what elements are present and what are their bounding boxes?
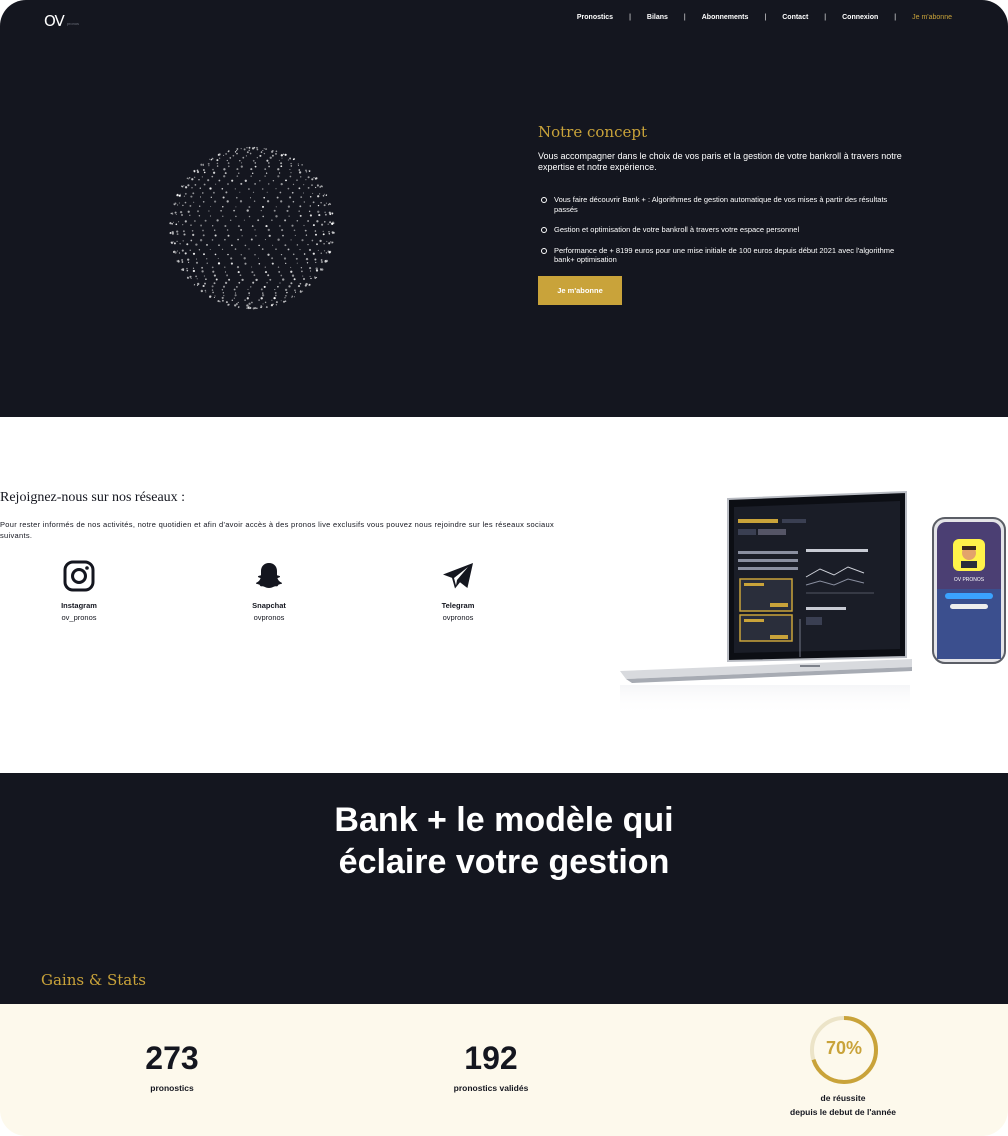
concept-title: Notre concept <box>538 123 647 141</box>
instagram-link[interactable]: Instagram ov_pronos <box>39 560 119 622</box>
stat-valides-value: 192 <box>464 1040 518 1076</box>
concept-list: Vous faire découvrir Bank + : Algorithme… <box>538 195 908 265</box>
logo-mark: OV <box>44 12 65 30</box>
concept-item: Vous faire découvrir Bank + : Algorithme… <box>538 195 898 214</box>
success-rate-label-line1: de réussite <box>820 1093 866 1103</box>
success-rate-value: 70% <box>825 1038 863 1058</box>
telegram-name: Telegram <box>441 601 475 610</box>
instagram-handle: ov_pronos <box>61 613 97 622</box>
nav-pronostics[interactable]: Pronostics <box>577 14 613 21</box>
nav-abonnements[interactable]: Abonnements <box>702 14 749 21</box>
snapchat-icon <box>255 563 283 588</box>
page: OV pronos Pronostics | Bilans | Abonneme… <box>0 0 1008 1136</box>
instagram-name: Instagram <box>61 601 97 610</box>
concept-lead: Vous accompagner dans le choix de vos pa… <box>538 151 902 172</box>
concept-block: Notre concept Vous accompagner dans le c… <box>538 123 908 305</box>
stat-pronostics-value: 273 <box>145 1040 199 1076</box>
nav-separator: | <box>629 14 631 21</box>
concept-item: Performance de + 8199 euros pour une mis… <box>538 246 898 265</box>
bank-section: Bank + le modèle qui éclaire votre gesti… <box>0 773 1008 1004</box>
social-description: Pour rester informés de nos activités, n… <box>0 520 555 540</box>
concept-item: Gestion et optimisation de votre bankrol… <box>538 225 898 235</box>
phone-profile-label: OV PRONOS <box>954 577 985 583</box>
stat-pronostics: 273 pronostics <box>112 1040 232 1093</box>
subscribe-button[interactable]: Je m'abonne <box>538 275 622 305</box>
social-section: Rejoignez-nous sur nos réseaux : Pour re… <box>0 417 1008 773</box>
main-nav: Pronostics | Bilans | Abonnements | Cont… <box>577 14 952 21</box>
stat-valides: 192 pronostics validés <box>411 1040 571 1093</box>
snapchat-handle: ovpronos <box>253 613 285 622</box>
nav-contact[interactable]: Contact <box>782 14 808 21</box>
bank-title: Bank + le modèle qui éclaire votre gesti… <box>334 801 674 881</box>
nav-separator: | <box>683 14 686 21</box>
devices-mockup-image: OV PRONOS <box>620 490 1006 715</box>
nav-subscribe-link[interactable]: Je m'abonne <box>912 14 952 21</box>
stat-pronostics-label: pronostics <box>150 1083 194 1093</box>
particle-sphere-illustration <box>169 146 335 310</box>
stats-section: 273 pronostics 192 pronostics validés 70… <box>0 1004 1008 1136</box>
nav-bilans[interactable]: Bilans <box>647 14 668 21</box>
snapchat-link[interactable]: Snapchat ovpronos <box>229 560 309 622</box>
success-rate-label-line2: depuis le debut de l'année <box>790 1107 896 1117</box>
gains-stats-title: Gains & Stats <box>41 971 146 989</box>
nav-separator: | <box>764 14 767 21</box>
telegram-icon <box>443 563 473 589</box>
social-title: Rejoignez-nous sur nos réseaux : <box>0 490 186 505</box>
hero-section: OV pronos Pronostics | Bilans | Abonneme… <box>0 0 1008 417</box>
nav-separator: | <box>894 14 897 21</box>
instagram-icon <box>63 560 95 592</box>
telegram-handle: ovpronos <box>442 613 474 622</box>
phone-illustration: OV PRONOS <box>932 517 1006 664</box>
nav-connexion[interactable]: Connexion <box>842 14 878 21</box>
success-rate-label: de réussite depuis le debut de l'année <box>750 1091 936 1119</box>
laptop-illustration <box>620 490 912 683</box>
telegram-link[interactable]: Telegram ovpronos <box>418 560 498 622</box>
logo-subtext: pronos <box>66 20 80 26</box>
snapchat-name: Snapchat <box>252 601 286 610</box>
logo[interactable]: OV pronos <box>44 12 79 30</box>
stat-valides-label: pronostics validés <box>453 1083 529 1093</box>
nav-separator: | <box>824 14 827 21</box>
